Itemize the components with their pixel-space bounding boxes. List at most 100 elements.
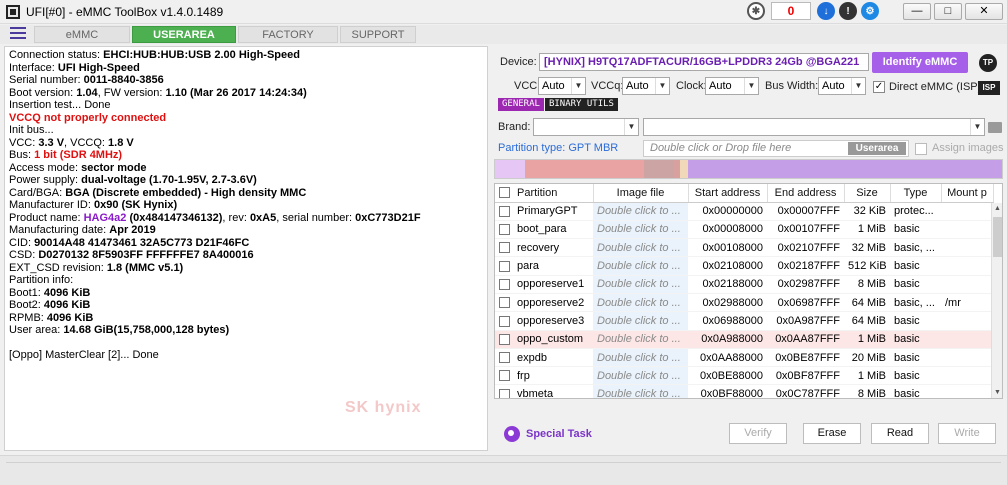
- partition-table: Partition Image file Start address End a…: [494, 183, 1003, 399]
- tab-support[interactable]: SUPPORT: [340, 26, 416, 43]
- network-icon[interactable]: ✱: [747, 2, 765, 20]
- tab-factory-image[interactable]: FACTORY IMAGE: [238, 26, 338, 58]
- image-file-cell[interactable]: Double click to ...: [593, 293, 688, 313]
- image-file-cell[interactable]: Double click to ...: [593, 238, 688, 258]
- tab-emmc-general[interactable]: eMMC GENERAL: [34, 26, 130, 58]
- vcc-select[interactable]: Auto ▼: [538, 77, 586, 95]
- table-row[interactable]: PrimaryGPT Double click to ... 0x00000000 0…: [495, 202, 993, 221]
- table-row[interactable]: oppo_custom Double click to ... 0x0A988000…: [495, 330, 993, 349]
- table-row[interactable]: opporeserve3 Double click to ... 0x0698800…: [495, 311, 993, 331]
- tp-icon[interactable]: TP: [979, 54, 997, 72]
- settings-gear-icon[interactable]: ⚙: [861, 2, 879, 20]
- partition-cell[interactable]: oppo_custom: [495, 330, 593, 349]
- clock-select[interactable]: Auto ▼: [705, 77, 759, 95]
- partition-cell[interactable]: PrimaryGPT: [495, 202, 593, 221]
- title-toolbar: ✱ 0 ↓ ! ⚙: [747, 2, 879, 20]
- partition-cell[interactable]: opporeserve1: [495, 275, 593, 294]
- row-checkbox[interactable]: [499, 352, 510, 364]
- image-file-cell[interactable]: Double click to ...: [593, 256, 688, 276]
- row-checkbox[interactable]: [499, 242, 510, 254]
- folder-icon[interactable]: [988, 122, 1002, 133]
- log-line: [Oppo] MasterClear [2]... Done: [9, 348, 159, 361]
- partition-cell[interactable]: recovery: [495, 238, 593, 258]
- partition-cell[interactable]: opporeserve3: [495, 311, 593, 331]
- write-button[interactable]: Write: [938, 423, 996, 444]
- end-address-cell: 0x02987FFF: [767, 275, 844, 294]
- row-checkbox[interactable]: [499, 224, 510, 236]
- partition-bar-segment[interactable]: [495, 160, 525, 178]
- log-line: Partition info:: [9, 274, 74, 286]
- table-scrollbar[interactable]: ▲ ▼: [991, 203, 1002, 398]
- brand-select[interactable]: ▼: [533, 118, 639, 136]
- special-task-button[interactable]: Special Task: [504, 426, 592, 442]
- image-file-cell[interactable]: Double click to ...: [593, 220, 688, 240]
- direct-emmc-checkbox[interactable]: ✓: [873, 81, 885, 93]
- device-field[interactable]: [HYNIX] H9TQ17ADFTACUR/16GB+LPDDR3 24Gb …: [539, 53, 869, 71]
- column-header-start-address[interactable]: Start address: [688, 184, 768, 203]
- image-file-cell[interactable]: Double click to ...: [593, 202, 688, 221]
- image-file-cell[interactable]: Double click to ...: [593, 384, 688, 398]
- partition-bar-segment[interactable]: [524, 160, 645, 178]
- table-row[interactable]: expdb Double click to ... 0x0AA88000 0x0BE8…: [495, 348, 993, 368]
- table-row[interactable]: opporeserve1 Double click to ... 0x0218800…: [495, 275, 993, 294]
- close-button[interactable]: ✕: [965, 3, 1003, 20]
- row-checkbox[interactable]: [499, 205, 510, 217]
- scroll-up-icon[interactable]: ▲: [992, 203, 1002, 215]
- scroll-thumb[interactable]: [993, 217, 1002, 257]
- table-row[interactable]: vbmeta Double click to ... 0x0BF88000 0x0C7…: [495, 384, 993, 398]
- column-header-mount[interactable]: Mount p: [941, 184, 994, 203]
- subtab-binary-utils[interactable]: BINARY UTILS: [544, 98, 618, 111]
- partition-map-bar[interactable]: [494, 159, 1003, 179]
- partition-cell[interactable]: para: [495, 256, 593, 276]
- image-file-cell[interactable]: Double click to ...: [593, 311, 688, 331]
- bus-width-select[interactable]: Auto ▼: [818, 77, 866, 95]
- verify-button[interactable]: Verify: [729, 423, 787, 444]
- partition-cell[interactable]: opporeserve2: [495, 293, 593, 313]
- partition-bar-segment[interactable]: [688, 160, 1002, 178]
- vccq-select[interactable]: Auto ▼: [622, 77, 670, 95]
- column-header-size[interactable]: Size: [844, 184, 891, 203]
- assign-images-checkbox[interactable]: [915, 143, 927, 155]
- image-file-cell[interactable]: Double click to ...: [593, 366, 688, 386]
- table-row[interactable]: recovery Double click to ... 0x00108000 0x0…: [495, 238, 993, 258]
- column-header-end-address[interactable]: End address: [767, 184, 845, 203]
- row-checkbox[interactable]: [499, 315, 510, 327]
- image-file-cell[interactable]: Double click to ...: [593, 330, 688, 349]
- partition-cell[interactable]: vbmeta: [495, 384, 593, 398]
- row-checkbox[interactable]: [499, 260, 510, 272]
- table-row[interactable]: frp Double click to ... 0x0BE88000 0x0BF87F…: [495, 366, 993, 386]
- tab-userarea-part[interactable]: USERAREA PART: [132, 26, 236, 58]
- column-header-type[interactable]: Type: [890, 184, 942, 203]
- minimize-button[interactable]: —: [903, 3, 931, 20]
- maximize-button[interactable]: □: [934, 3, 962, 20]
- image-file-cell[interactable]: Double click to ...: [593, 348, 688, 368]
- clock-label: Clock:: [676, 80, 707, 92]
- partition-cell[interactable]: boot_para: [495, 220, 593, 240]
- info-icon[interactable]: !: [839, 2, 857, 20]
- identify-emmc-button[interactable]: Identify eMMC: [872, 52, 968, 73]
- row-checkbox[interactable]: [499, 297, 510, 309]
- subtab-general[interactable]: GENERAL: [498, 98, 544, 111]
- row-checkbox[interactable]: [499, 388, 510, 398]
- erase-button[interactable]: Erase: [803, 423, 861, 444]
- table-row[interactable]: boot_para Double click to ... 0x00008000 0x…: [495, 220, 993, 240]
- partition-bar-segment[interactable]: [680, 160, 689, 178]
- partition-cell[interactable]: expdb: [495, 348, 593, 368]
- partition-cell[interactable]: frp: [495, 366, 593, 386]
- read-button[interactable]: Read: [871, 423, 929, 444]
- download-icon[interactable]: ↓: [817, 2, 835, 20]
- table-row[interactable]: para Double click to ... 0x02108000 0x02187…: [495, 256, 993, 276]
- menu-icon[interactable]: [10, 27, 26, 41]
- partition-bar-segment[interactable]: [644, 160, 675, 178]
- row-checkbox[interactable]: [499, 370, 510, 382]
- image-file-cell[interactable]: Double click to ...: [593, 275, 688, 294]
- table-row[interactable]: opporeserve2 Double click to ... 0x0298800…: [495, 293, 993, 313]
- model-select[interactable]: ▼: [643, 118, 985, 136]
- isp-icon[interactable]: ISP: [978, 81, 1000, 95]
- log-panel[interactable]: Connection status: EHCI:HUB:HUB:USB 2.00…: [4, 46, 488, 451]
- column-header-image-file[interactable]: Image file: [593, 184, 689, 203]
- row-checkbox[interactable]: [499, 278, 510, 290]
- row-checkbox[interactable]: [499, 333, 510, 345]
- column-header-partition[interactable]: Partition: [495, 184, 594, 203]
- scroll-down-icon[interactable]: ▼: [992, 387, 1002, 398]
